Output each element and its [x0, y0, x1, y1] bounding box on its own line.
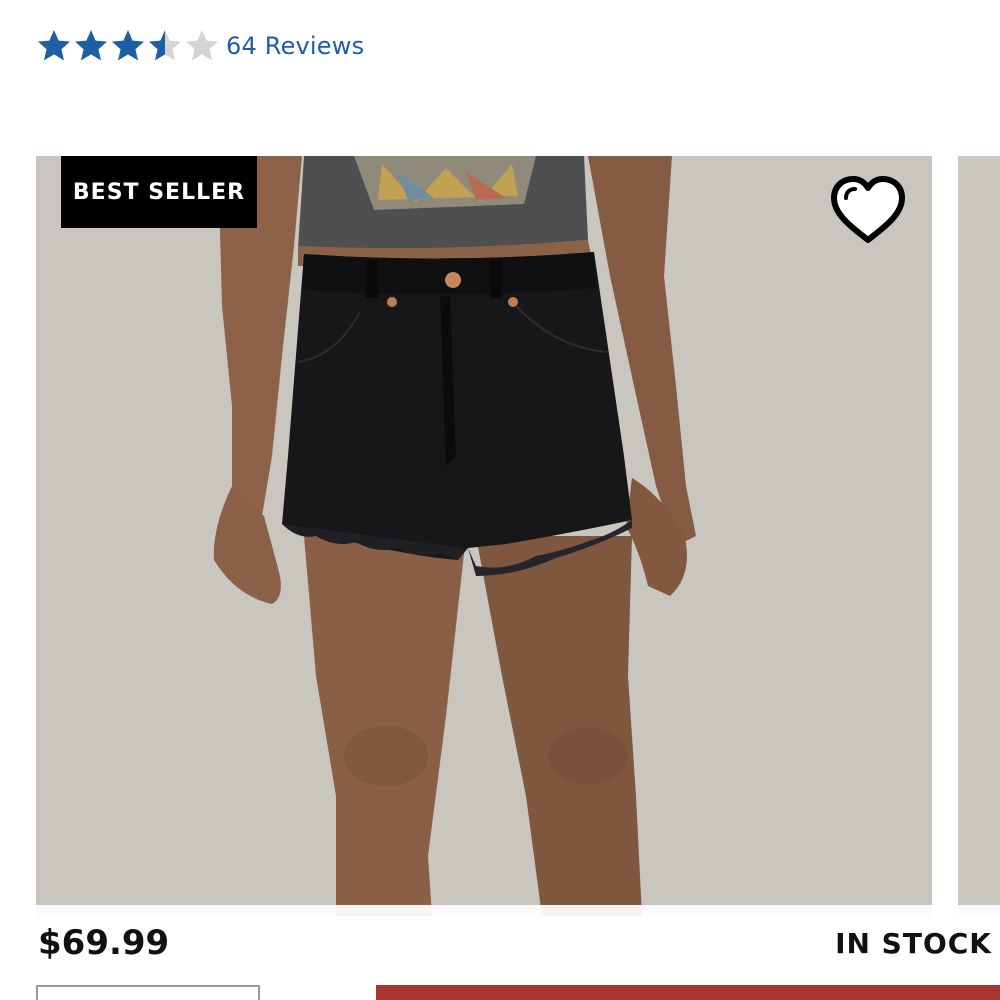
star-rating [36, 28, 220, 64]
quantity-select[interactable] [36, 985, 260, 1000]
star-icon [73, 28, 109, 64]
product-page: 64 Reviews BEST SELLER $69.99 IN STOCK [0, 0, 1000, 1000]
stock-status: IN STOCK [835, 927, 992, 960]
star-icon [36, 28, 72, 64]
star-icon [110, 28, 146, 64]
reviews-link[interactable]: 64 Reviews [226, 32, 364, 60]
wishlist-button[interactable] [826, 174, 910, 248]
add-to-cart-button[interactable] [376, 985, 1000, 1000]
purchase-bar: $69.99 IN STOCK [0, 905, 1000, 1000]
heart-outline-icon [831, 176, 905, 243]
product-photo [36, 156, 932, 916]
product-image-card[interactable]: BEST SELLER [36, 156, 932, 916]
product-price: $69.99 [38, 923, 170, 963]
star-icon [147, 28, 183, 64]
best-seller-badge: BEST SELLER [61, 156, 257, 228]
rating-row: 64 Reviews [36, 24, 364, 68]
next-product-card[interactable] [958, 156, 1000, 916]
star-icon [184, 28, 220, 64]
